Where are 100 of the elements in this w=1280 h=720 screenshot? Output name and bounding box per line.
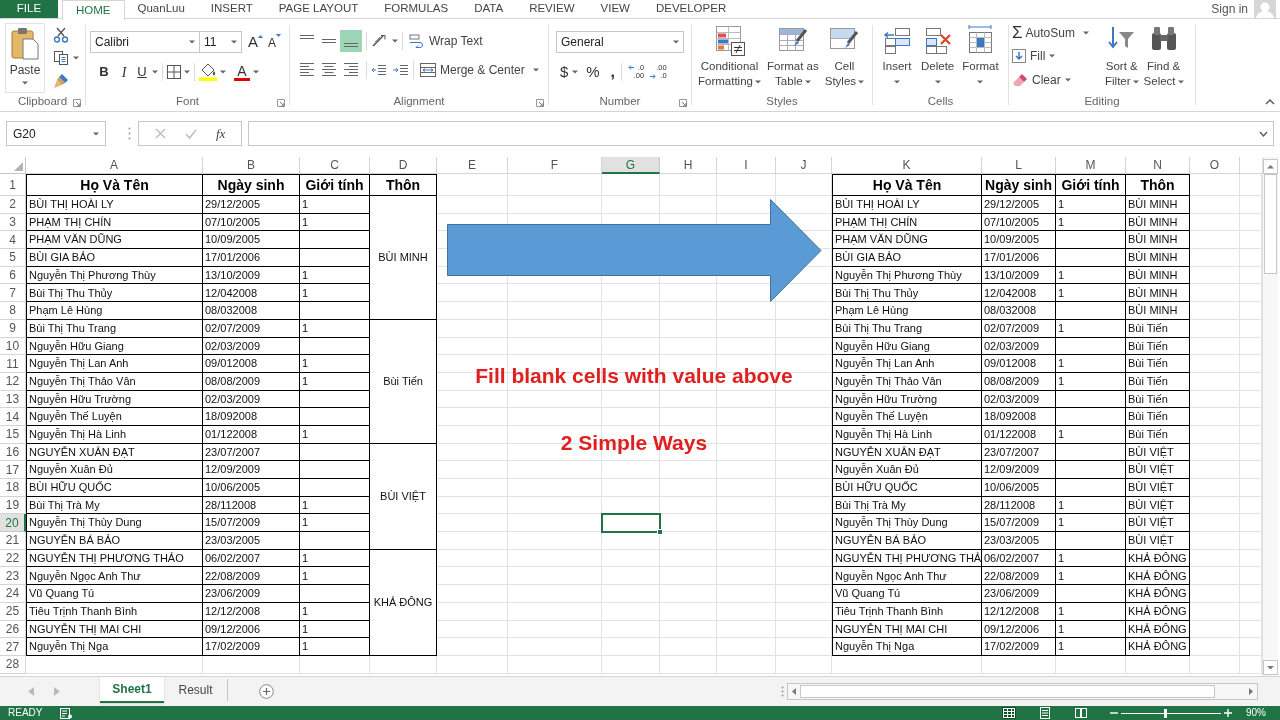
cell-styles-button[interactable]: Cell Styles [823, 24, 866, 89]
column-header[interactable]: K [832, 157, 982, 174]
insert-button[interactable]: Insert [880, 24, 914, 84]
scissors-icon[interactable] [53, 27, 69, 43]
caret-icon[interactable] [253, 70, 259, 74]
align-bottom-icon[interactable] [340, 30, 362, 52]
column-header[interactable]: A [26, 157, 203, 174]
font-name-box[interactable]: Calibri [90, 31, 200, 53]
column-header[interactable]: O [1190, 157, 1240, 174]
expand-icon[interactable] [1259, 130, 1268, 137]
fill-button[interactable]: Fill [1012, 46, 1056, 66]
format-as-table-button[interactable]: Format as Table [765, 24, 820, 89]
comma-style-button[interactable]: , [608, 65, 617, 79]
fill-handle[interactable] [657, 529, 663, 536]
row-header[interactable]: 14 [0, 408, 26, 426]
format-painter-icon[interactable] [53, 73, 69, 89]
row-header[interactable]: 11 [0, 355, 26, 373]
column-header[interactable]: E [437, 157, 508, 174]
zoom-out-icon[interactable] [1110, 709, 1118, 717]
column-header[interactable]: L [982, 157, 1056, 174]
row-header[interactable]: 1 [0, 174, 26, 196]
increase-indent-icon[interactable] [393, 63, 409, 77]
borders-icon[interactable] [167, 65, 181, 79]
formula-input[interactable] [248, 121, 1274, 146]
row-header[interactable]: 27 [0, 638, 26, 656]
row-header[interactable]: 21 [0, 532, 26, 550]
ribbon-tab[interactable]: DATA [461, 0, 517, 18]
caret-icon[interactable] [184, 70, 190, 74]
row-header[interactable]: 4 [0, 231, 26, 250]
ribbon-tab[interactable]: FORMULAS [371, 0, 462, 18]
copy-icon[interactable] [53, 50, 69, 66]
ribbon-tab[interactable]: DEVELOPER [642, 0, 740, 18]
caret-icon[interactable] [1082, 31, 1089, 35]
row-header[interactable]: 23 [0, 567, 26, 586]
number-format-box[interactable]: General [556, 31, 684, 53]
row-header[interactable]: 20 [0, 514, 26, 533]
grip-icon[interactable] [781, 686, 784, 697]
insert-function-button[interactable]: fx [216, 123, 226, 144]
row-header[interactable]: 8 [0, 302, 26, 320]
ribbon-tab[interactable]: REVIEW [516, 0, 588, 18]
grow-font-button[interactable]: A [248, 33, 263, 51]
scrollbar-thumb[interactable] [1264, 174, 1277, 274]
conditional-formatting-button[interactable]: Conditional Formatting [697, 24, 762, 89]
column-header[interactable]: N [1126, 157, 1190, 174]
row-header[interactable]: 7 [0, 284, 26, 303]
file-tab[interactable]: FILE [0, 0, 58, 18]
column-header[interactable]: G [602, 157, 660, 174]
column-header[interactable]: B [203, 157, 300, 174]
column-header[interactable]: D [370, 157, 437, 174]
wrap-text-button[interactable]: Wrap Text [409, 32, 483, 50]
percent-button[interactable]: % [586, 60, 600, 84]
paste-button[interactable]: Paste [5, 23, 45, 93]
normal-view-icon[interactable] [1002, 707, 1016, 719]
ribbon-tab[interactable]: VIEW [587, 0, 643, 18]
slider-thumb[interactable] [1164, 708, 1167, 718]
currency-button[interactable]: $ [560, 60, 569, 84]
dialog-launcher-icon[interactable] [277, 99, 285, 107]
ribbon-tab[interactable]: PAGE LAYOUT [265, 0, 372, 18]
column-header[interactable]: F [508, 157, 602, 174]
dialog-launcher-icon[interactable] [536, 99, 544, 107]
grip-icon[interactable] [128, 127, 131, 140]
row-header[interactable]: 17 [0, 461, 26, 479]
sort-filter-button[interactable]: Sort & Filter [1104, 24, 1140, 89]
zoom-in-icon[interactable] [1224, 709, 1232, 717]
zoom-slider[interactable] [1121, 708, 1221, 718]
italic-button[interactable]: I [114, 61, 134, 83]
ribbon-tab[interactable]: HOME [62, 0, 125, 20]
scroll-up-icon[interactable] [1263, 159, 1278, 174]
zoom-level[interactable]: 90% [1246, 706, 1266, 720]
text-orientation-icon[interactable] [371, 33, 389, 49]
shrink-font-button[interactable]: A [268, 32, 282, 52]
caret-icon[interactable] [152, 70, 158, 74]
scroll-down-icon[interactable] [1263, 660, 1278, 675]
row-header[interactable]: 2 [0, 196, 26, 214]
font-size-box[interactable]: 11 [200, 31, 242, 53]
column-header[interactable]: H [660, 157, 717, 174]
ribbon-tab[interactable]: QuanLuu [124, 0, 198, 18]
caret-icon[interactable] [220, 70, 226, 74]
plus-circle-icon[interactable] [259, 684, 274, 699]
paint-bucket-icon[interactable] [199, 63, 217, 81]
merge-center-button[interactable]: Merge & Center [420, 61, 525, 79]
page-break-icon[interactable] [1074, 707, 1088, 719]
sheet-tab[interactable]: Sheet1 [100, 677, 164, 703]
name-box[interactable]: G20 [6, 121, 106, 146]
sheet-tab[interactable]: Result [164, 679, 228, 701]
underline-button[interactable]: U [134, 62, 150, 82]
caret-icon[interactable] [572, 70, 579, 74]
column-header[interactable]: I [717, 157, 776, 174]
row-header[interactable]: 5 [0, 249, 26, 267]
horizontal-scrollbar[interactable] [787, 683, 1258, 700]
dialog-launcher-icon[interactable] [73, 99, 81, 107]
column-header[interactable]: M [1056, 157, 1126, 174]
row-header[interactable]: 18 [0, 479, 26, 497]
caret-icon[interactable] [73, 56, 79, 60]
row-header[interactable]: 24 [0, 585, 26, 603]
bold-button[interactable]: B [94, 62, 114, 82]
find-select-button[interactable]: Find & Select [1142, 24, 1185, 89]
clear-button[interactable]: Clear [1012, 70, 1071, 90]
font-color-button[interactable]: A [234, 63, 250, 81]
caret-icon[interactable] [532, 68, 539, 72]
